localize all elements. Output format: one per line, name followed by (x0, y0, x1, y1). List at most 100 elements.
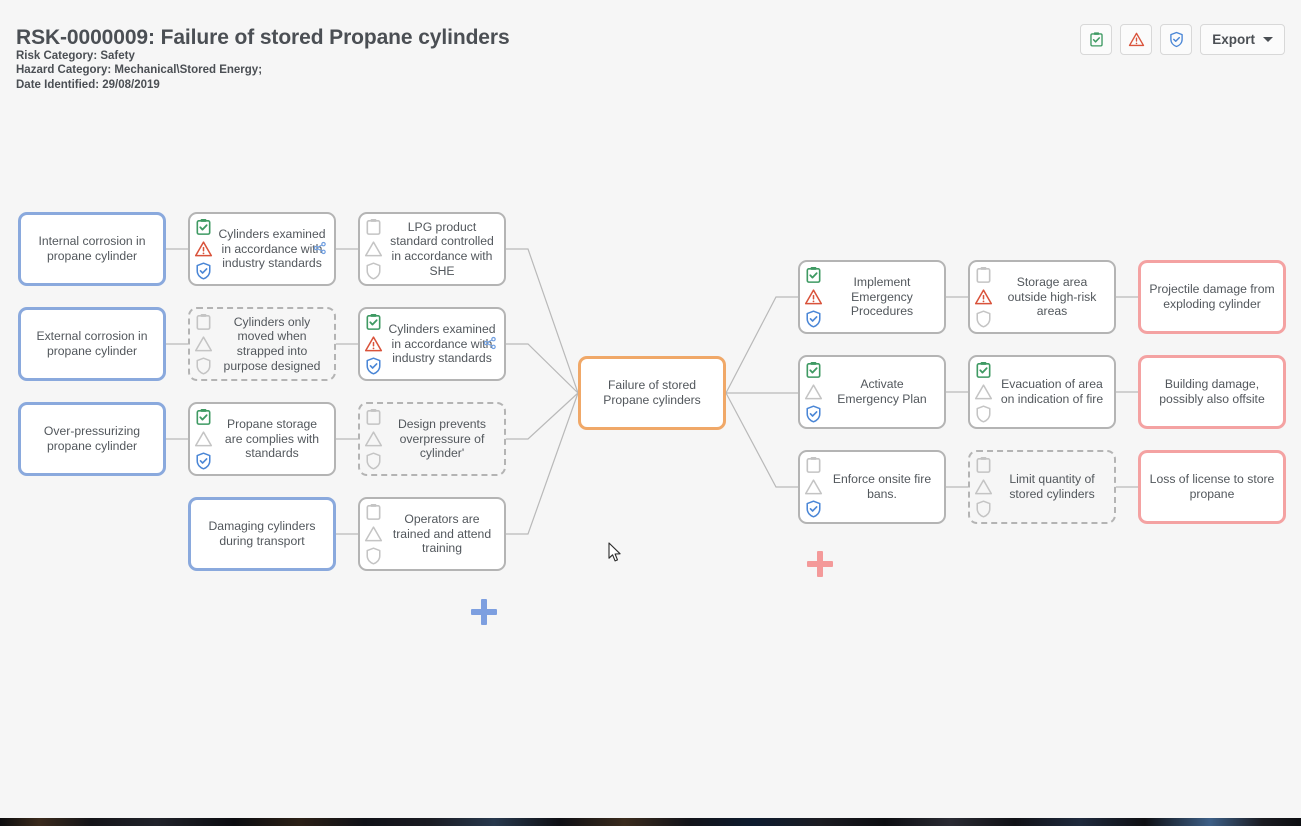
node-label: Storage area outside high-risk areas (1007, 275, 1097, 319)
warning-triangle-icon (194, 241, 213, 257)
threat-node[interactable]: External corrosion in propane cylinder (18, 307, 166, 381)
shield-check-icon (196, 262, 211, 280)
clipboard-check-icon (806, 267, 821, 283)
node-label: Over-pressurizing propane cylinder (43, 424, 141, 453)
barrier-badge-stack (974, 361, 993, 424)
barrier-badge-stack (194, 313, 213, 376)
node-label: Building damage, possibly also offsite (1159, 377, 1265, 406)
preventive-barrier-node[interactable]: Cylinders examined in accordance with in… (358, 307, 506, 381)
preventive-barrier-node[interactable]: Propane storage are complies with standa… (188, 402, 336, 476)
consequence-node[interactable]: Loss of license to store propane (1138, 450, 1286, 524)
clipboard-icon (366, 219, 381, 235)
hazard-category-label: Hazard Category: Mechanical\Stored Energ… (16, 64, 263, 76)
shield-icon (366, 547, 381, 565)
clipboard-icon (366, 504, 381, 520)
node-label: Internal corrosion in propane cylinder (38, 234, 146, 263)
barrier-badge-stack (804, 361, 823, 424)
clipboard-icon (806, 457, 821, 473)
mitigating-barrier-node[interactable]: Implement Emergency Procedures (798, 260, 946, 334)
preventive-barrier-node[interactable]: Cylinders examined in accordance with in… (188, 212, 336, 286)
share-icon[interactable] (483, 336, 497, 350)
hazard-node[interactable]: Failure of stored Propane cylinders (578, 356, 726, 430)
header-toolbar: Export (1080, 24, 1285, 55)
clipboard-check-icon (196, 219, 211, 235)
shield-check-icon (806, 310, 821, 328)
barrier-badge-stack (974, 266, 993, 329)
node-label: LPG product standard controlled in accor… (390, 219, 494, 278)
node-label: Failure of stored Propane cylinders (603, 378, 701, 407)
node-label: Implement Emergency Procedures (850, 275, 914, 319)
tasks-button[interactable] (1080, 24, 1113, 55)
shield-check-icon (196, 452, 211, 470)
mitigating-barrier-node[interactable]: Evacuation of area on indication of fire (968, 355, 1116, 429)
node-label: Activate Emergency Plan (837, 377, 927, 406)
risk-category-label: Risk Category: Safety (16, 50, 135, 62)
mitigating-barrier-node[interactable]: Limit quantity of stored cylinders (968, 450, 1116, 524)
clipboard-icon (196, 314, 211, 330)
bowtie-canvas[interactable]: Internal corrosion in propane cylinder E… (0, 110, 1301, 818)
clipboard-check-icon (366, 314, 381, 330)
preventive-barrier-node[interactable]: LPG product standard controlled in accor… (358, 212, 506, 286)
barrier-badge-stack (804, 456, 823, 519)
export-label: Export (1212, 32, 1255, 47)
shield-check-icon (1169, 31, 1183, 48)
warning-triangle-icon (1128, 32, 1144, 47)
barrier-badge-stack (194, 218, 213, 281)
shield-icon (196, 357, 211, 375)
node-label: Propane storage are complies with standa… (224, 417, 320, 461)
node-label: Damaging cylinders during transport (208, 519, 316, 548)
controls-button[interactable] (1160, 24, 1193, 55)
preventive-barrier-node[interactable]: Operators are trained and attend trainin… (358, 497, 506, 571)
warning-triangle-icon (194, 431, 213, 447)
warning-triangle-icon (364, 336, 383, 352)
consequence-node[interactable]: Projectile damage from exploding cylinde… (1138, 260, 1286, 334)
page-title: RSK-0000009: Failure of stored Propane c… (16, 26, 510, 49)
shield-check-icon (806, 500, 821, 518)
threat-node[interactable]: Damaging cylinders during transport (188, 497, 336, 571)
barrier-badge-stack (804, 266, 823, 329)
node-label: Design prevents overpressure of cylinder… (397, 417, 487, 461)
shield-check-icon (366, 357, 381, 375)
export-button[interactable]: Export (1200, 24, 1285, 55)
clipboard-check-icon (196, 409, 211, 425)
threat-node[interactable]: Internal corrosion in propane cylinder (18, 212, 166, 286)
node-label: Cylinders only moved when strapped into … (223, 314, 321, 373)
mitigating-barrier-node[interactable]: Storage area outside high-risk areas (968, 260, 1116, 334)
shield-check-icon (806, 405, 821, 423)
page-header: RSK-0000009: Failure of stored Propane c… (0, 0, 1301, 110)
clipboard-icon (976, 457, 991, 473)
barrier-badge-stack (364, 218, 383, 281)
barrier-badge-stack (974, 456, 993, 519)
preventive-barrier-node[interactable]: Design prevents overpressure of cylinder… (358, 402, 506, 476)
barrier-badge-stack (364, 503, 383, 566)
warning-triangle-icon (974, 384, 993, 400)
barrier-badge-stack (364, 313, 383, 376)
warning-triangle-icon (364, 526, 383, 542)
add-consequence-button[interactable] (807, 551, 833, 577)
clipboard-check-icon (976, 362, 991, 378)
node-label: Evacuation of area on indication of fire (1000, 377, 1104, 406)
threat-node[interactable]: Over-pressurizing propane cylinder (18, 402, 166, 476)
consequence-node[interactable]: Building damage, possibly also offsite (1138, 355, 1286, 429)
clipboard-check-icon (806, 362, 821, 378)
bowtie-diagram-page: RSK-0000009: Failure of stored Propane c… (0, 0, 1301, 826)
chevron-down-icon (1263, 37, 1273, 42)
warning-triangle-icon (974, 479, 993, 495)
node-label: Limit quantity of stored cylinders (1009, 472, 1095, 501)
clipboard-icon (366, 409, 381, 425)
warning-triangle-icon (804, 384, 823, 400)
clipboard-icon (976, 267, 991, 283)
mitigating-barrier-node[interactable]: Enforce onsite fire bans. (798, 450, 946, 524)
add-threat-button[interactable] (471, 599, 497, 625)
share-icon[interactable] (313, 241, 327, 255)
node-label: Loss of license to store propane (1149, 472, 1275, 501)
preventive-barrier-node[interactable]: Cylinders only moved when strapped into … (188, 307, 336, 381)
barrier-badge-stack (194, 408, 213, 471)
hazards-button[interactable] (1120, 24, 1153, 55)
warning-triangle-icon (974, 289, 993, 305)
warning-triangle-icon (364, 241, 383, 257)
shield-icon (976, 405, 991, 423)
shield-icon (976, 500, 991, 518)
barrier-badge-stack (364, 408, 383, 471)
mitigating-barrier-node[interactable]: Activate Emergency Plan (798, 355, 946, 429)
